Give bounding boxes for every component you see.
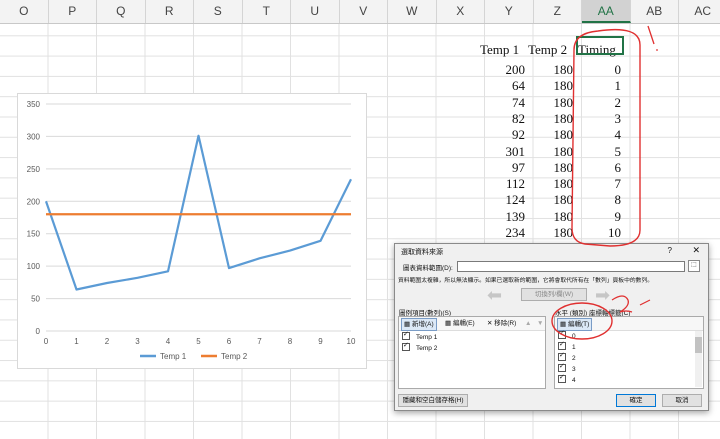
select-data-source-dialog[interactable]: 選取資料來源 ? ✕ 圖表資料範圍(D): ⬚ 資料範圍太複雜，所以無法顯示。如… <box>394 243 709 411</box>
x-tick-label: 0 <box>44 337 49 346</box>
x-tick-label: 2 <box>105 337 110 346</box>
axis-edit-label: 編輯(T) <box>567 321 590 328</box>
edit-icon: ▦ <box>560 321 568 328</box>
active-cell-outline <box>576 36 624 55</box>
switch-row-column-button[interactable]: 切換列/欄(W) <box>521 288 587 301</box>
column-header-y[interactable]: Y <box>485 0 534 23</box>
table-cell[interactable]: 234 <box>480 223 526 243</box>
column-header-x[interactable]: X <box>437 0 485 23</box>
column-header-r[interactable]: R <box>146 0 194 23</box>
checkbox-icon[interactable] <box>402 330 410 341</box>
legend-label: Temp 2 <box>221 352 248 361</box>
cancel-button[interactable]: 取消 <box>662 394 702 407</box>
column-header-ab[interactable]: AB <box>631 0 679 23</box>
axis-item-label: 3 <box>572 366 576 373</box>
checkbox-icon[interactable] <box>558 340 566 351</box>
move-up-icon[interactable]: ▲ <box>523 318 533 329</box>
y-tick-label: 250 <box>27 165 41 174</box>
axis-item-label: 2 <box>572 355 576 362</box>
x-tick-label: 10 <box>347 337 356 346</box>
y-tick-label: 50 <box>31 295 40 304</box>
legend-label: Temp 1 <box>160 352 187 361</box>
checkbox-icon[interactable] <box>558 362 566 373</box>
range-label: 圖表資料範圍(D): <box>403 265 453 272</box>
edit-label: 編輯(E) <box>452 320 475 327</box>
move-down-icon[interactable]: ▼ <box>535 318 545 329</box>
column-header-z[interactable]: Z <box>534 0 582 23</box>
hidden-empty-cells-button[interactable]: 隱藏和空白儲存格(H) <box>398 394 468 407</box>
series-item-label: Temp 1 <box>416 334 438 341</box>
header-cell-temp2[interactable]: Temp 2 <box>528 40 567 60</box>
column-header-v[interactable]: V <box>340 0 388 23</box>
add-icon: ▦ <box>404 321 412 328</box>
checkbox-icon[interactable] <box>402 341 410 352</box>
column-header-ac[interactable]: AC <box>679 0 720 23</box>
checkbox-icon[interactable] <box>558 373 566 384</box>
y-tick-label: 350 <box>27 100 41 109</box>
x-tick-label: 3 <box>135 337 140 346</box>
range-note: 資料範圍太複雜，所以無法顯示。如果已選取新的範圍，它將會取代所有在「數列」頁板中… <box>398 278 654 284</box>
edit-series-button[interactable]: ▦ 編輯(E) <box>443 318 477 329</box>
close-icon[interactable]: ✕ <box>692 245 700 256</box>
axis-scrollbar[interactable] <box>695 331 702 387</box>
column-header-w[interactable]: W <box>388 0 437 23</box>
column-header-q[interactable]: Q <box>97 0 146 23</box>
add-series-button[interactable]: ▦ 新增(A) <box>401 318 437 331</box>
table-cell[interactable]: 180 <box>528 223 574 243</box>
spreadsheet-grid[interactable]: O P Q R S T U V W X Y Z AA AB AC Temp 1 Temp 2 Timing … <box>0 0 720 439</box>
scrollbar-thumb[interactable] <box>695 337 702 353</box>
x-tick-label: 7 <box>257 337 262 346</box>
x-tick-label: 5 <box>196 337 201 346</box>
series-item-label: Temp 2 <box>416 345 438 352</box>
axis-item[interactable]: 4 <box>558 373 576 386</box>
chart-svg: 0 50 100 150 200 250 300 350 0 1 2 3 4 5 6 7 8 9 10 Temp 1 T… <box>27 100 356 361</box>
x-tick-label: 8 <box>288 337 293 346</box>
axis-panel: ▦ 編輯(T) 0 1 2 3 4 <box>554 316 704 389</box>
y-tick-label: 150 <box>27 230 41 239</box>
column-header-o[interactable]: O <box>0 0 49 23</box>
y-tick-label: 0 <box>36 327 41 336</box>
x-tick-label: 6 <box>227 337 232 346</box>
add-label: 新增(A) <box>411 321 434 328</box>
x-tick-label: 4 <box>166 337 171 346</box>
column-header-t[interactable]: T <box>243 0 291 23</box>
column-header-u[interactable]: U <box>291 0 340 23</box>
dialog-title: 選取資料來源 <box>401 249 443 256</box>
y-tick-label: 300 <box>27 132 41 141</box>
remove-series-button[interactable]: ✕ 移除(R) <box>485 318 518 329</box>
arrow-right-icon: ➡ <box>595 285 611 305</box>
ok-button[interactable]: 確定 <box>616 394 656 407</box>
chart-range-input[interactable] <box>457 261 685 272</box>
line-chart[interactable]: 0 50 100 150 200 250 300 350 0 1 2 3 4 5 6 7 8 9 10 Temp 1 T… <box>17 93 367 369</box>
arrow-left-icon: ⬅ <box>487 285 503 305</box>
column-header-p[interactable]: P <box>49 0 97 23</box>
axis-item-label: 1 <box>572 344 576 351</box>
axis-item-label: 0 <box>572 333 576 340</box>
collapse-range-icon[interactable]: ⬚ <box>688 260 700 272</box>
checkbox-icon[interactable] <box>558 329 566 340</box>
x-tick-label: 9 <box>318 337 323 346</box>
edit-icon: ▦ <box>445 320 453 327</box>
header-cell-temp1[interactable]: Temp 1 <box>480 40 519 60</box>
help-icon[interactable]: ? <box>668 246 672 255</box>
remove-label: 移除(R) <box>494 320 517 327</box>
y-tick-label: 100 <box>27 262 41 271</box>
series-panel: ▦ 新增(A) ▦ 編輯(E) ✕ 移除(R) ▲ ▼ Temp 1 Temp … <box>398 316 546 389</box>
x-tick-label: 1 <box>74 337 79 346</box>
column-header-aa[interactable]: AA <box>582 0 631 23</box>
table-cell[interactable]: 10 <box>576 223 621 243</box>
column-headers: O P Q R S T U V W X Y Z AA AB AC <box>0 0 720 24</box>
checkbox-icon[interactable] <box>558 351 566 362</box>
column-header-s[interactable]: S <box>194 0 243 23</box>
axis-item-label: 4 <box>572 377 576 384</box>
series-item[interactable]: Temp 2 <box>402 341 438 354</box>
y-tick-label: 200 <box>27 197 41 206</box>
